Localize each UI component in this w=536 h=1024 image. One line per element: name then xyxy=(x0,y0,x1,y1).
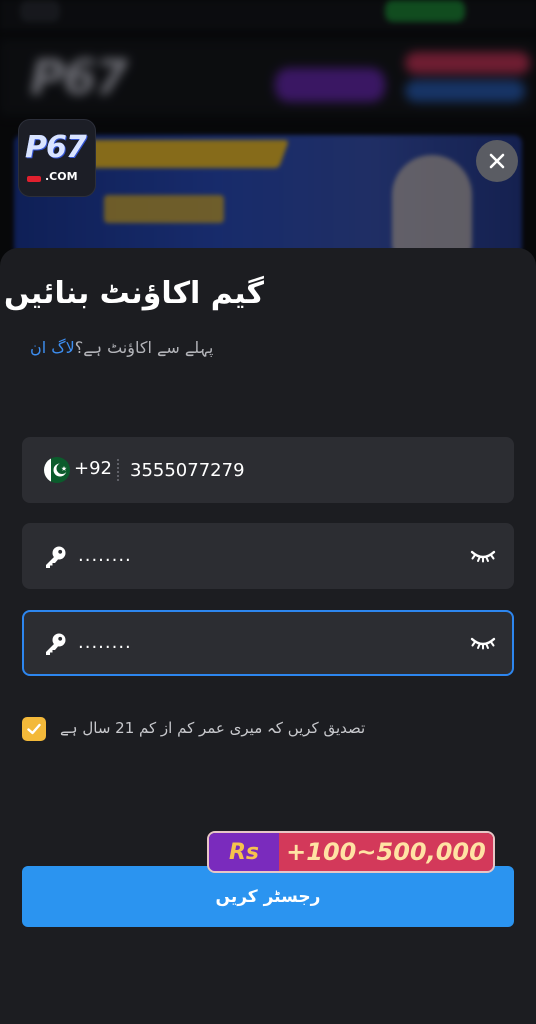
bonus-amount: +100~500,000 xyxy=(279,833,493,871)
checkmark-icon xyxy=(27,723,41,735)
key-icon xyxy=(46,546,66,568)
logo-flag-mark xyxy=(27,176,41,182)
password-input[interactable] xyxy=(78,539,458,571)
phone-field[interactable]: +92 xyxy=(22,437,514,503)
form-title: گیم اکاؤنٹ بنائیں xyxy=(3,276,264,311)
phone-divider xyxy=(117,459,119,481)
confirm-password-input[interactable] xyxy=(78,626,458,658)
age-confirm-checkbox[interactable] xyxy=(22,717,46,741)
brand-logo: P67 .COM xyxy=(18,119,96,197)
bonus-badge: Rs +100~500,000 xyxy=(207,831,495,873)
age-confirm-label[interactable]: تصدیق کریں کہ میری عمر کم از کم 21 سال ہ… xyxy=(60,719,365,737)
country-code[interactable]: +92 xyxy=(74,458,112,479)
password-field[interactable] xyxy=(22,523,514,589)
bonus-currency: Rs xyxy=(209,833,279,871)
confirm-password-field[interactable] xyxy=(22,610,514,676)
pakistan-flag-icon[interactable] xyxy=(44,457,70,483)
login-prompt: پہلے سے اکاؤنٹ ہے؟لاگ ان xyxy=(30,338,213,357)
close-button[interactable] xyxy=(476,140,518,182)
logo-text: P67 xyxy=(25,130,87,165)
login-link[interactable]: لاگ ان xyxy=(30,338,75,357)
logo-domain: .COM xyxy=(45,170,78,183)
key-icon xyxy=(46,633,66,655)
register-button[interactable]: رجسٹر کریں xyxy=(22,866,514,927)
eye-closed-icon[interactable] xyxy=(470,634,496,652)
login-prompt-text: پہلے سے اکاؤنٹ ہے؟ xyxy=(74,338,214,357)
close-icon xyxy=(489,153,505,169)
eye-closed-icon[interactable] xyxy=(470,547,496,565)
phone-input[interactable] xyxy=(130,455,490,485)
